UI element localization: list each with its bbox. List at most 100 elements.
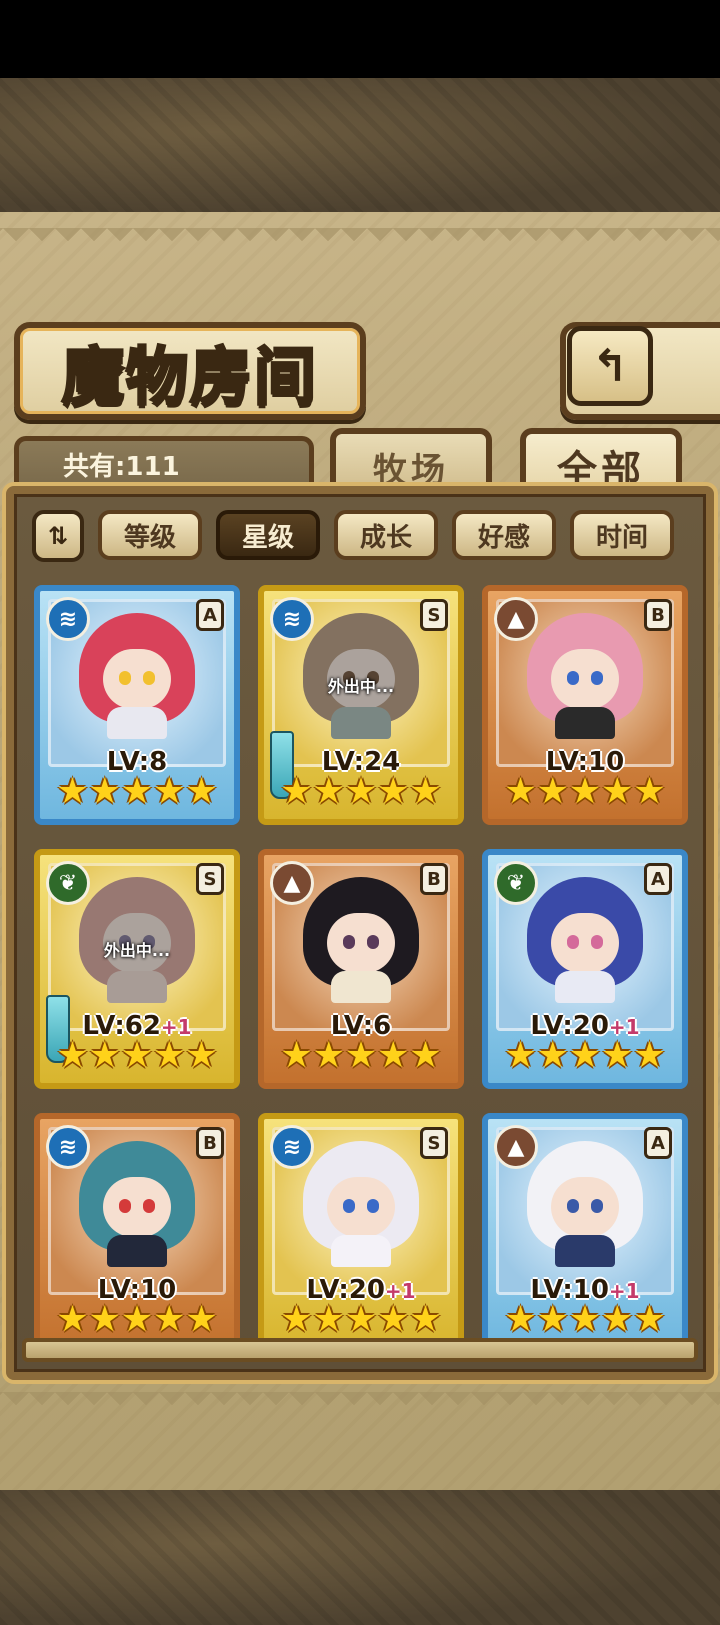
- star-rating: ★★★★★: [280, 771, 442, 812]
- monster-card[interactable]: ≋ A LV:8 ★★★★★: [34, 585, 240, 825]
- star-rating: ★★★★★: [280, 1035, 442, 1076]
- portrait-body: [331, 1235, 391, 1267]
- portrait-body: [107, 1235, 167, 1267]
- monster-card[interactable]: ▲ B LV:6 ★★★★★: [258, 849, 464, 1089]
- star-rating: ★★★★★: [280, 1299, 442, 1340]
- portrait-eye: [567, 1199, 579, 1213]
- monster-portrait: [79, 1141, 195, 1267]
- title-plate: 魔物房间: [14, 322, 366, 420]
- monster-count-label: 共有:111: [63, 452, 180, 482]
- portrait-eye: [343, 1199, 355, 1213]
- portrait-body: [555, 971, 615, 1003]
- sort-button-label: 好感: [477, 522, 530, 553]
- monster-count: 共有:111: [14, 436, 314, 488]
- sort-button-label: 时间: [595, 522, 648, 553]
- portrait-face: [327, 913, 395, 973]
- water-element-icon: ≋: [46, 597, 90, 641]
- portrait-eye: [567, 671, 579, 685]
- tab-ranch-label: 牧场: [373, 450, 449, 491]
- monster-portrait: [303, 877, 419, 1003]
- portrait-eye: [591, 1199, 603, 1213]
- leaf-element-icon: ❦: [494, 861, 538, 905]
- portrait-eye: [367, 1199, 379, 1213]
- portrait-face: [103, 649, 171, 709]
- page-title: 魔物房间: [60, 339, 318, 415]
- portrait-face: [551, 649, 619, 709]
- sort-bar: ⇅ 等级 星级 成长 好感 时间: [30, 510, 700, 562]
- earth-element-icon: ▲: [494, 597, 538, 641]
- sort-by-level-button[interactable]: 等级: [98, 510, 202, 560]
- water-element-icon: ≋: [270, 1125, 314, 1169]
- away-status: 外出中...: [327, 677, 395, 696]
- portrait-body: [107, 971, 167, 1003]
- earth-element-icon: ▲: [494, 1125, 538, 1169]
- portrait-body: [107, 707, 167, 739]
- leaf-element-icon: ❦: [46, 861, 90, 905]
- sort-button-label: 星级: [241, 522, 294, 553]
- star-rating: ★★★★★: [504, 1299, 666, 1340]
- rank-badge: A: [644, 863, 672, 895]
- portrait-body: [555, 707, 615, 739]
- sort-by-star-button[interactable]: 星级: [216, 510, 320, 560]
- water-element-icon: ≋: [270, 597, 314, 641]
- rank-badge: S: [420, 599, 448, 631]
- portrait-face: [551, 1177, 619, 1237]
- star-rating: ★★★★★: [504, 1035, 666, 1076]
- water-element-icon: ≋: [46, 1125, 90, 1169]
- sort-order-toggle[interactable]: ⇅: [32, 510, 84, 562]
- portrait-body: [555, 1235, 615, 1267]
- portrait-face: [551, 913, 619, 973]
- rank-badge: B: [196, 1127, 224, 1159]
- star-rating: ★★★★★: [504, 771, 666, 812]
- monster-card[interactable]: ≋ S LV:20+1 ★★★★★: [258, 1113, 464, 1353]
- rank-badge: S: [196, 863, 224, 895]
- rank-badge: A: [644, 1127, 672, 1159]
- portrait-eye: [343, 935, 355, 949]
- monster-portrait: [527, 1141, 643, 1267]
- portrait-body: [331, 971, 391, 1003]
- zigzag-border-top: [0, 228, 720, 254]
- monster-card[interactable]: 外出中... ❦ S LV:62+1 ★★★★★: [34, 849, 240, 1089]
- portrait-eye: [143, 671, 155, 685]
- away-status: 外出中...: [103, 941, 171, 960]
- portrait-eye: [367, 935, 379, 949]
- rank-badge: B: [420, 863, 448, 895]
- portrait-eye: [119, 1199, 131, 1213]
- monster-portrait: [303, 1141, 419, 1267]
- star-rating: ★★★★★: [56, 1035, 218, 1076]
- monster-card[interactable]: ▲ A LV:10+1 ★★★★★: [482, 1113, 688, 1353]
- sort-by-affection-button[interactable]: 好感: [452, 510, 556, 560]
- portrait-eye: [591, 671, 603, 685]
- monster-portrait: [527, 877, 643, 1003]
- rank-badge: B: [644, 599, 672, 631]
- sort-button-label: 等级: [123, 522, 176, 553]
- zigzag-border-bottom: [0, 1392, 720, 1418]
- star-rating: ★★★★★: [56, 771, 218, 812]
- portrait-eye: [567, 935, 579, 949]
- sort-by-growth-button[interactable]: 成长: [334, 510, 438, 560]
- portrait-eye: [143, 1199, 155, 1213]
- portrait-body: [331, 707, 391, 739]
- portrait-eye: [591, 935, 603, 949]
- monster-card[interactable]: ❦ A LV:20+1 ★★★★★: [482, 849, 688, 1089]
- back-button[interactable]: ↰: [567, 326, 653, 406]
- map-background-top: [0, 78, 720, 213]
- map-background-bottom: [0, 1490, 720, 1625]
- portrait-eye: [119, 671, 131, 685]
- portrait-face: [103, 1177, 171, 1237]
- star-rating: ★★★★★: [56, 1299, 218, 1340]
- status-bar: [0, 0, 720, 78]
- monster-card[interactable]: ≋ B LV:10 ★★★★★: [34, 1113, 240, 1353]
- monster-portrait: [527, 613, 643, 739]
- monster-card[interactable]: ▲ B LV:10 ★★★★★: [482, 585, 688, 825]
- sort-order-icon: ⇅: [47, 522, 69, 550]
- sort-button-label: 成长: [359, 522, 412, 553]
- rank-badge: A: [196, 599, 224, 631]
- monster-card[interactable]: 外出中... ≋ S LV:24 ★★★★★: [258, 585, 464, 825]
- back-arrow-icon: ↰: [591, 340, 629, 392]
- portrait-face: [327, 1177, 395, 1237]
- earth-element-icon: ▲: [270, 861, 314, 905]
- sort-by-time-button[interactable]: 时间: [570, 510, 674, 560]
- bottom-rail: [22, 1338, 698, 1362]
- monster-portrait: [79, 613, 195, 739]
